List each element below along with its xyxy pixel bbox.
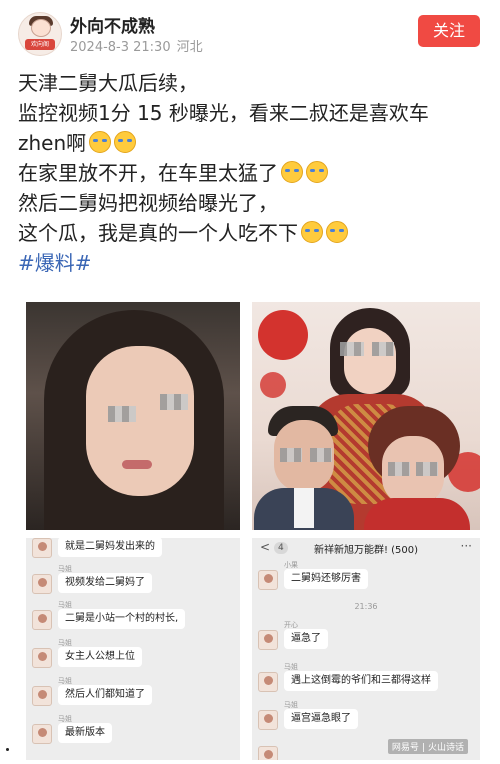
image-grid: 就是二舅妈发出来的 马姐 视频发给二舅妈了 马姐 二舅是小站一个村的村长, 马姐… [26,302,480,760]
crying-laughing-emoji-icon [301,221,323,243]
post-line: 然后二舅妈把视频给曝光了， [18,191,278,215]
chat-bubble: 最新版本 [58,723,112,743]
watermark: 网易号 | 火山诗话 [387,739,468,754]
chat-bubble: 女主人公想上位 [58,647,142,667]
crying-laughing-emoji-icon [281,161,303,183]
chat-bubble: 遇上这倒霉的爷们和三都得这样 [284,671,438,691]
mosaic-blur [310,448,332,462]
chat-bubble: 逼宫逼急眼了 [284,709,358,729]
crying-laughing-emoji-icon [326,221,348,243]
crying-laughing-emoji-icon [114,131,137,153]
crying-laughing-emoji-icon [306,161,328,183]
mosaic-blur [108,406,136,422]
chat-bubble: 就是二舅妈发出来的 [58,538,162,557]
avatar [32,686,52,706]
crying-laughing-emoji-icon [89,131,112,153]
family-photo[interactable] [252,302,480,530]
avatar-tag: 欢向阁 [25,39,55,50]
avatar [32,574,52,594]
chat-bubble: 视频发给二舅妈了 [58,573,152,593]
post-line: 天津二舅大瓜后续， [18,71,198,95]
mosaic-blur [160,394,188,410]
avatar[interactable]: 欢向阁 [18,12,62,56]
mosaic-blur [372,342,394,356]
chat-screenshot-right[interactable]: < 4 新祥新旭万能群! (500) ··· 小果 二舅妈还够厉害 21:36 … [252,538,480,760]
chat-bubble: 然后人们都知道了 [58,685,152,705]
chat-timestamp: 21:36 [354,602,378,611]
chat-bubble: 逼急了 [284,629,328,649]
post-body: 天津二舅大瓜后续， 监控视频1分 15 秒曝光，看来二叔还是喜欢车 zhen啊 … [18,68,484,278]
chat-top-bar: < 4 新祥新旭万能群! (500) ··· [252,538,480,558]
post-line: 在家里放不开，在车里太猛了 [18,158,484,188]
avatar-face [31,19,51,37]
chat-screenshot-left[interactable]: 就是二舅妈发出来的 马姐 视频发给二舅妈了 马姐 二舅是小站一个村的村长, 马姐… [26,538,240,760]
avatar [32,538,52,558]
avatar [258,672,278,692]
post-header: 欢向阁 外向不成熟 2024-8-3 21:30 河北 关注 [14,10,486,56]
hashtag-link[interactable]: #爆料# [18,251,92,275]
chat-bubble: 二舅妈还够厉害 [284,569,368,589]
portrait-lips [122,460,152,469]
bride-face [344,328,396,394]
avatar [258,710,278,730]
decoration [260,372,286,398]
woman-dress [364,498,470,530]
portrait-photo[interactable] [26,302,240,530]
mosaic-blur [340,342,364,356]
mosaic-blur [416,462,438,476]
man-suit [254,488,354,530]
mosaic-blur [388,462,410,476]
avatar [32,724,52,744]
chat-bubble: 二舅是小站一个村的村长, [58,609,186,629]
post-line: zhen啊 [18,128,484,158]
post-date: 2024-8-3 21:30 [70,40,171,55]
avatar [258,570,278,590]
portrait-face [86,346,194,496]
decoration [258,310,308,360]
more-icon[interactable]: ··· [461,539,472,553]
group-title: 新祥新旭万能群! (500) [313,545,419,556]
avatar [32,648,52,668]
avatar [258,746,278,760]
post-meta: 2024-8-3 21:30 河北 [70,36,203,55]
follow-button[interactable]: 关注 [418,15,480,47]
user-name[interactable]: 外向不成熟 [70,12,155,37]
page-dot [6,748,9,751]
avatar [32,610,52,630]
post-line: 监控视频1分 15 秒曝光，看来二叔还是喜欢车 [18,101,429,125]
post-location: 河北 [176,40,203,55]
post-line: 这个瓜，我是真的一个人吃不下 [18,218,484,248]
avatar [258,630,278,650]
mosaic-blur [280,448,302,462]
hashtag-line: #爆料# [18,248,484,278]
